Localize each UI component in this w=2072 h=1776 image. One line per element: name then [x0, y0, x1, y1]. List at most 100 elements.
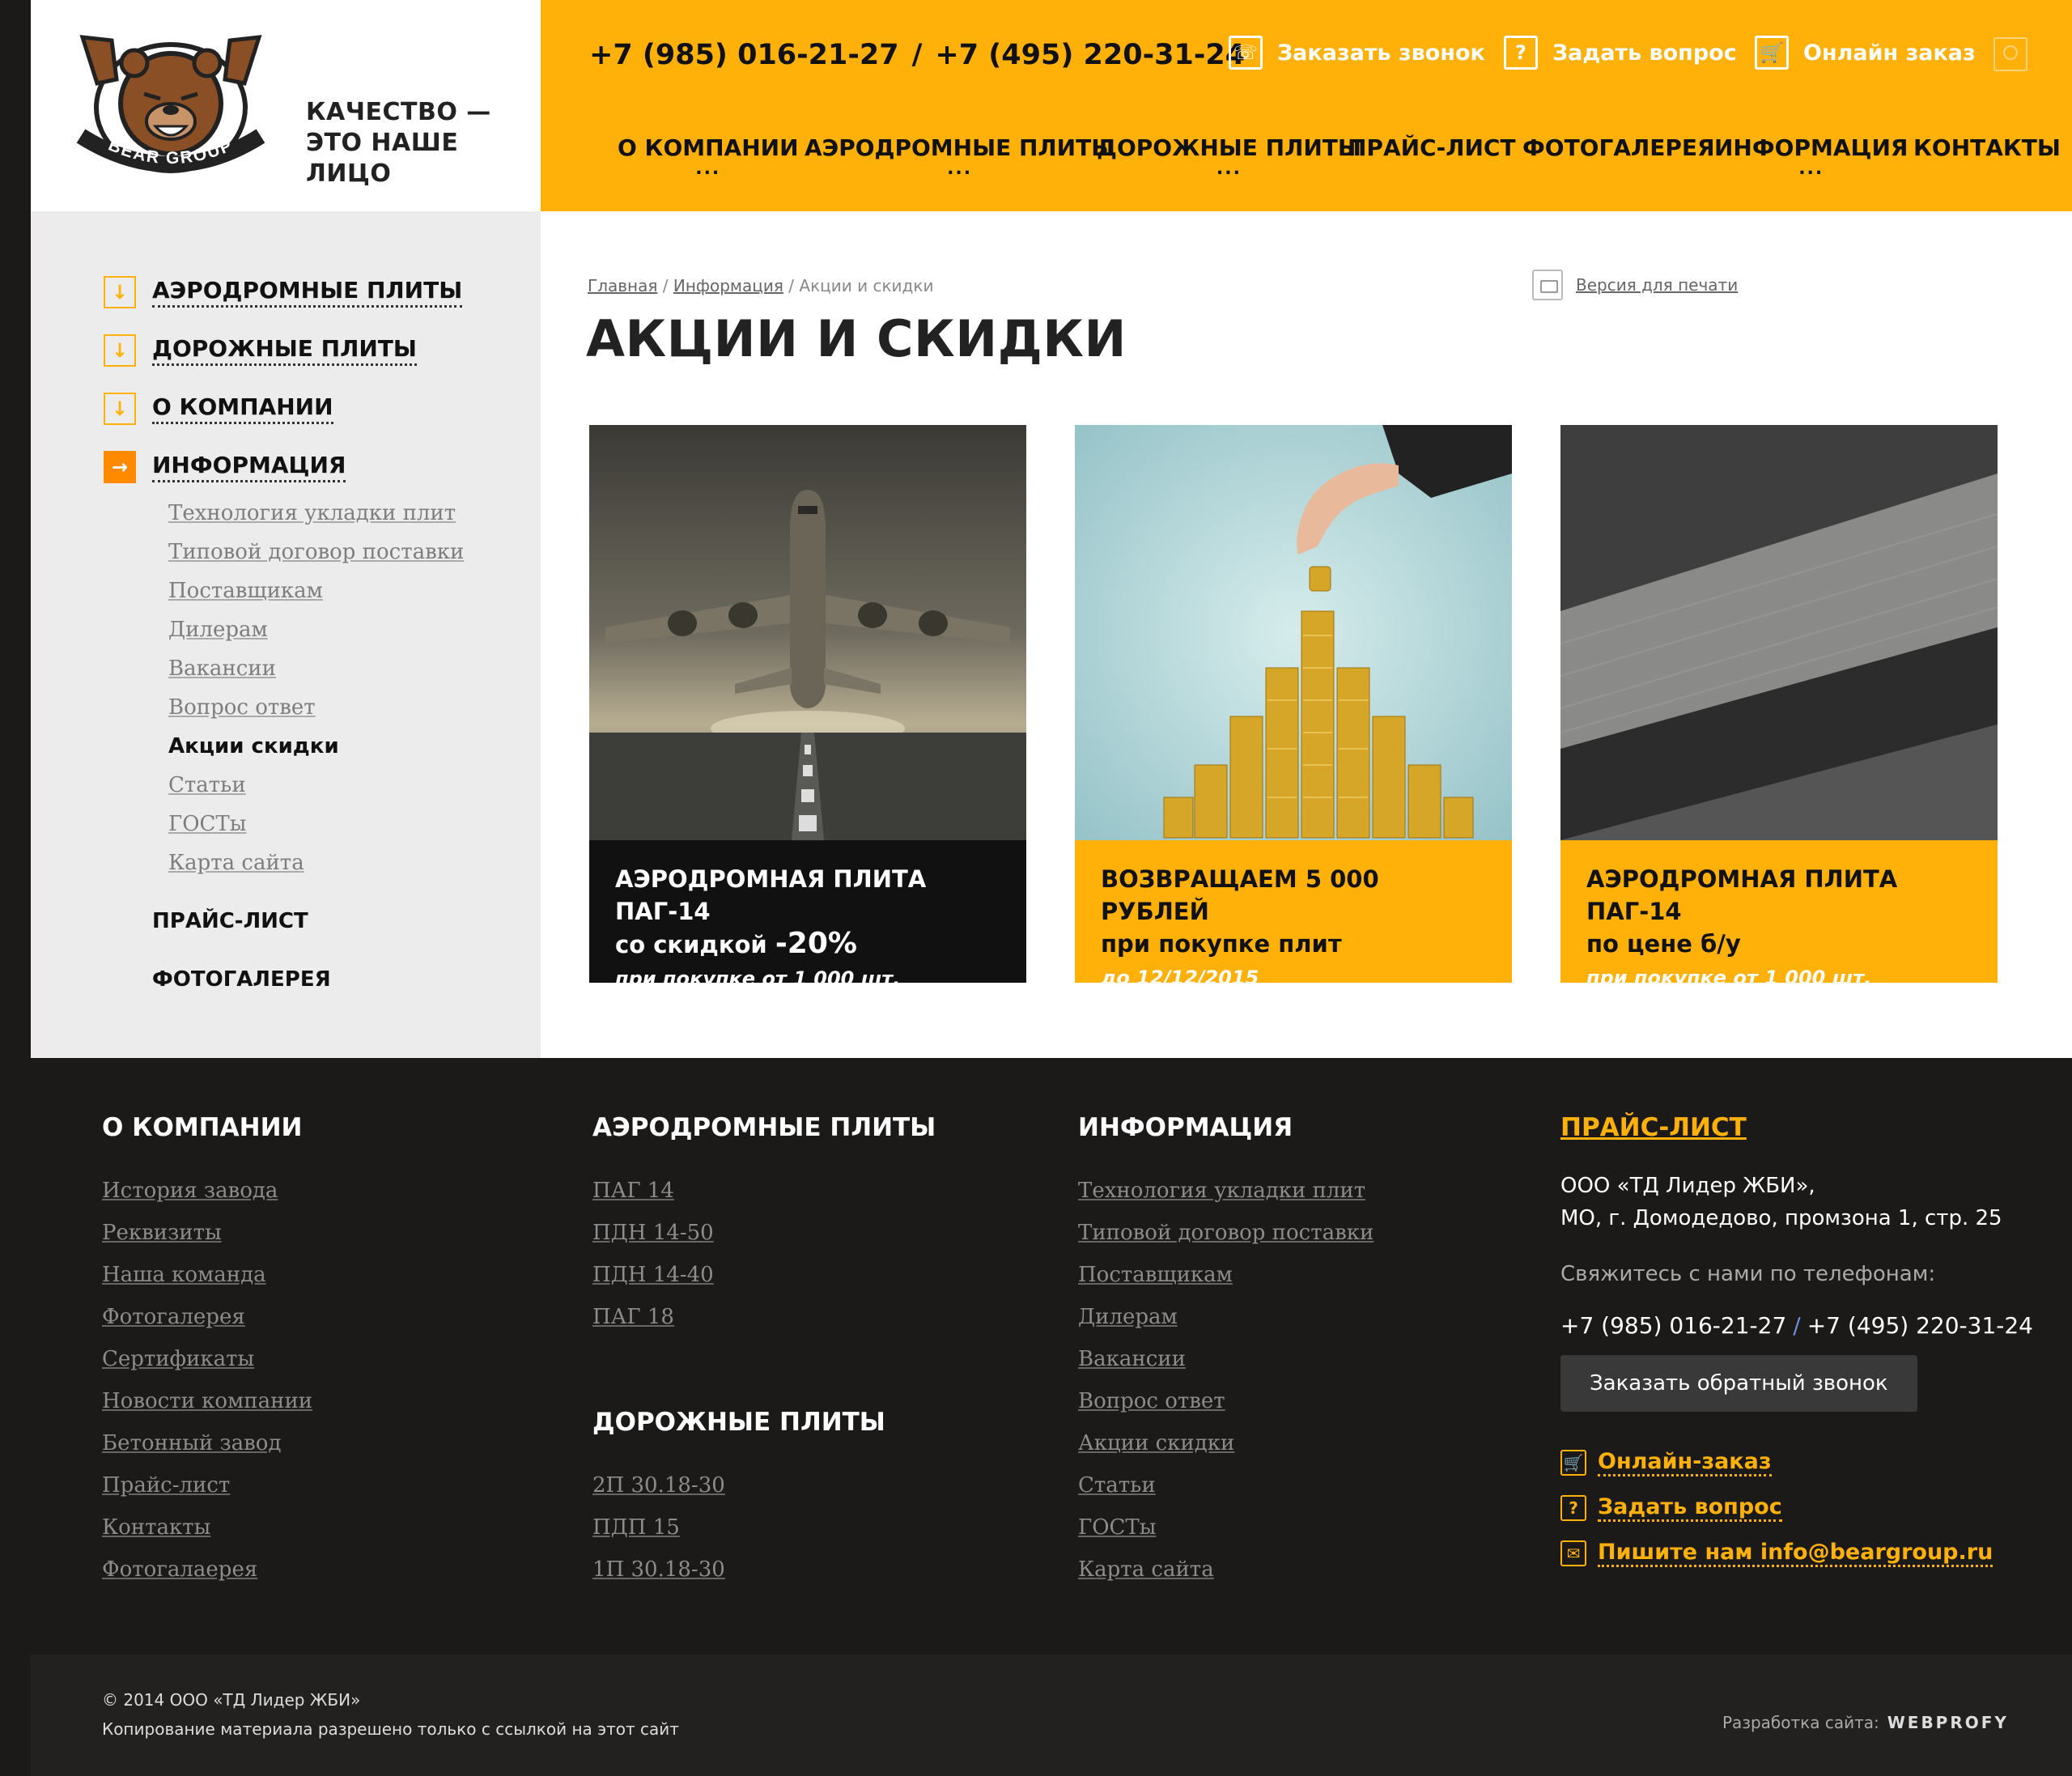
footer-link[interactable]: Вопрос ответ — [1078, 1380, 1374, 1422]
footer-link[interactable]: Новости компании — [102, 1380, 312, 1422]
sidebar-item-info[interactable]: → ИНФОРМАЦИЯ — [104, 451, 346, 483]
printer-icon — [1532, 270, 1563, 300]
footer-ask-link[interactable]: ? Задать вопрос — [1560, 1494, 2033, 1522]
bottom-bar: © 2014 ООО «ТД Лидер ЖБИ» Копирование ма… — [31, 1655, 2072, 1776]
footer-link[interactable]: Наша команда — [102, 1254, 312, 1296]
promo-caption: АЭРОДРОМНАЯ ПЛИТА ПАГ-14 по цене б/у при… — [1560, 840, 1998, 983]
promo-card[interactable]: ВОЗВРАЩАЕМ 5 000 РУБЛЕЙ при покупке плит… — [1075, 425, 1512, 983]
logo-area[interactable]: BEAR GROUP КАЧЕСТВО — ЭТО НАШЕ ЛИЦО — [31, 0, 541, 211]
promo-card[interactable]: АЭРОДРОМНАЯ ПЛИТА ПАГ-14 со скидкой -20%… — [589, 425, 1026, 983]
promo-caption: АЭРОДРОМНАЯ ПЛИТА ПАГ-14 со скидкой -20%… — [589, 840, 1026, 983]
phone-2[interactable]: +7 (495) 220-31-24 — [935, 39, 1245, 71]
footer-link[interactable]: Бетонный завод — [102, 1422, 312, 1464]
nav-road[interactable]: ДОРОЖНЫЕ ПЛИТЫ... — [1097, 134, 1361, 179]
footer-link[interactable]: Типовой договор поставки — [1078, 1212, 1374, 1254]
footer-link[interactable]: Акции скидки — [1078, 1422, 1374, 1464]
sidebar-sub-link[interactable]: Карта сайта — [168, 851, 304, 875]
concrete-image — [1560, 425, 1998, 840]
promo-caption: ВОЗВРАЩАЕМ 5 000 РУБЛЕЙ при покупке плит… — [1075, 840, 1512, 983]
breadcrumb-info[interactable]: Информация — [673, 276, 783, 295]
breadcrumb-home[interactable]: Главная — [588, 276, 657, 295]
callback-button[interactable]: Заказать обратный звонок — [1560, 1355, 1917, 1412]
breadcrumb: Главная / Информация / Акции и скидки — [588, 276, 934, 295]
copyright: © 2014 ООО «ТД Лидер ЖБИ» Копирование ма… — [102, 1690, 679, 1739]
airplane-image — [589, 425, 1026, 840]
sidebar-sub-link[interactable]: Дилерам — [168, 618, 268, 642]
nav-aero[interactable]: АЭРОДРОМНЫЕ ПЛИТЫ... — [805, 134, 1115, 179]
arrow-down-icon: ↓ — [104, 334, 136, 367]
arrow-down-icon: ↓ — [104, 393, 136, 425]
footer-link[interactable]: ПАГ 18 — [592, 1296, 936, 1338]
nav-company[interactable]: О КОМПАНИИ... — [618, 134, 799, 179]
print-version-link[interactable]: Версия для печати — [1532, 270, 1738, 300]
footer-company: О КОМПАНИИ История завода Реквизиты Наша… — [102, 1113, 312, 1591]
footer-info: ИНФОРМАЦИЯ Технология укладки плит Типов… — [1078, 1113, 1374, 1591]
sidebar: ↓ АЭРОДРОМНЫЕ ПЛИТЫ ↓ ДОРОЖНЫЕ ПЛИТЫ ↓ О… — [31, 211, 541, 1058]
footer-link[interactable]: ГОСТы — [1078, 1506, 1374, 1549]
sidebar-item-price[interactable]: ПРАЙС-ЛИСТ — [152, 909, 308, 933]
top-bar: +7 (985) 016-21-27/+7 (495) 220-31-24 ☏ … — [541, 0, 2072, 211]
footer-contact: ПРАЙС-ЛИСТ ООО «ТД Лидер ЖБИ», МО, г. До… — [1560, 1113, 2033, 1567]
mail-icon: ✉ — [1560, 1540, 1586, 1566]
developer-credit[interactable]: Разработка сайта: WEBPROFY — [1722, 1713, 2009, 1732]
footer-link[interactable]: Фотогалерея — [102, 1296, 312, 1338]
footer-link[interactable]: Статьи — [1078, 1464, 1374, 1506]
footer-link[interactable]: Дилерам — [1078, 1296, 1374, 1338]
breadcrumb-current: Акции и скидки — [799, 276, 934, 295]
sidebar-sub-link[interactable]: Поставщикам — [168, 579, 323, 603]
sidebar-sub-link[interactable]: ГОСТы — [168, 812, 246, 836]
sidebar-sub-current: Акции скидки — [168, 734, 339, 758]
cart-icon: 🛒 — [1560, 1450, 1586, 1476]
footer-link[interactable]: ПДН 14-50 — [592, 1212, 936, 1254]
sidebar-sub-link[interactable]: Технология укладки плит — [168, 501, 456, 525]
footer-road: ДОРОЖНЫЕ ПЛИТЫ 2П 30.18-30 ПДП 15 1П 30.… — [592, 1408, 885, 1591]
footer-link[interactable]: Поставщикам — [1078, 1254, 1374, 1296]
sidebar-item-company[interactable]: ↓ О КОМПАНИИ — [104, 393, 333, 425]
cart-icon: 🛒 — [1755, 36, 1789, 70]
sidebar-item-road[interactable]: ↓ ДОРОЖНЫЕ ПЛИТЫ — [104, 334, 417, 367]
online-order-link[interactable]: 🛒 Онлайн заказ — [1755, 36, 1976, 70]
page-title: АКЦИИ И СКИДКИ — [586, 309, 1127, 368]
footer-link[interactable]: ПДП 15 — [592, 1506, 885, 1549]
footer-order-link[interactable]: 🛒 Онлайн-заказ — [1560, 1449, 2033, 1476]
phone-icon: ☏ — [1229, 36, 1263, 70]
sidebar-sub-link[interactable]: Вопрос ответ — [168, 695, 316, 720]
footer-price-link[interactable]: ПРАЙС-ЛИСТ — [1560, 1113, 2033, 1142]
nav-contacts[interactable]: КОНТАКТЫ — [1913, 134, 2061, 161]
footer-link[interactable]: Контакты — [102, 1506, 312, 1549]
footer-link[interactable]: Карта сайта — [1078, 1549, 1374, 1591]
footer-link[interactable]: История завода — [102, 1170, 312, 1212]
footer-mail-link[interactable]: ✉ Пишите нам info@beargroup.ru — [1560, 1540, 2033, 1567]
slogan: КАЧЕСТВО — ЭТО НАШЕ ЛИЦО — [306, 98, 491, 188]
footer-link[interactable]: ПАГ 14 — [592, 1170, 936, 1212]
sidebar-item-gallery[interactable]: ФОТОГАЛЕРЕЯ — [152, 967, 331, 992]
sidebar-sub-link[interactable]: Вакансии — [168, 656, 276, 681]
footer-aero: АЭРОДРОМНЫЕ ПЛИТЫ ПАГ 14 ПДН 14-50 ПДН 1… — [592, 1113, 936, 1338]
nav-price[interactable]: ПРАЙС-ЛИСТ — [1348, 134, 1516, 161]
footer-link[interactable]: ПДН 14-40 — [592, 1254, 936, 1296]
footer-link[interactable]: 1П 30.18-30 — [592, 1549, 885, 1591]
bear-logo-icon[interactable]: BEAR GROUP — [65, 23, 277, 176]
header-phones: +7 (985) 016-21-27/+7 (495) 220-31-24 — [589, 39, 1246, 71]
sidebar-item-aero[interactable]: ↓ АЭРОДРОМНЫЕ ПЛИТЫ — [104, 276, 463, 308]
callback-link[interactable]: ☏ Заказать звонок — [1229, 36, 1485, 70]
nav-info[interactable]: ИНФОРМАЦИЯ... — [1714, 134, 1908, 179]
search-icon[interactable] — [1993, 37, 2027, 71]
footer-link[interactable]: Реквизиты — [102, 1212, 312, 1254]
coins-image — [1075, 425, 1512, 840]
footer-link[interactable]: Сертификаты — [102, 1338, 312, 1380]
ask-question-link[interactable]: ? Задать вопрос — [1504, 36, 1737, 70]
phone-1[interactable]: +7 (985) 016-21-27 — [589, 39, 899, 71]
question-icon: ? — [1560, 1495, 1586, 1521]
footer-link[interactable]: Технология укладки плит — [1078, 1170, 1374, 1212]
promo-card[interactable]: АЭРОДРОМНАЯ ПЛИТА ПАГ-14 по цене б/у при… — [1560, 425, 1998, 983]
footer-link[interactable]: Прайс-лист — [102, 1464, 312, 1506]
arrow-right-icon: → — [104, 451, 136, 483]
footer-link[interactable]: Фотогалаерея — [102, 1549, 312, 1591]
footer-link[interactable]: Вакансии — [1078, 1338, 1374, 1380]
footer-phones: +7 (985) 016-21-27/+7 (495) 220-31-24 — [1560, 1312, 2033, 1339]
footer-link[interactable]: 2П 30.18-30 — [592, 1464, 885, 1506]
sidebar-sub-link[interactable]: Типовой договор поставки — [168, 540, 464, 564]
nav-gallery[interactable]: ФОТОГАЛЕРЕЯ — [1522, 134, 1715, 161]
sidebar-sub-link[interactable]: Статьи — [168, 773, 246, 797]
